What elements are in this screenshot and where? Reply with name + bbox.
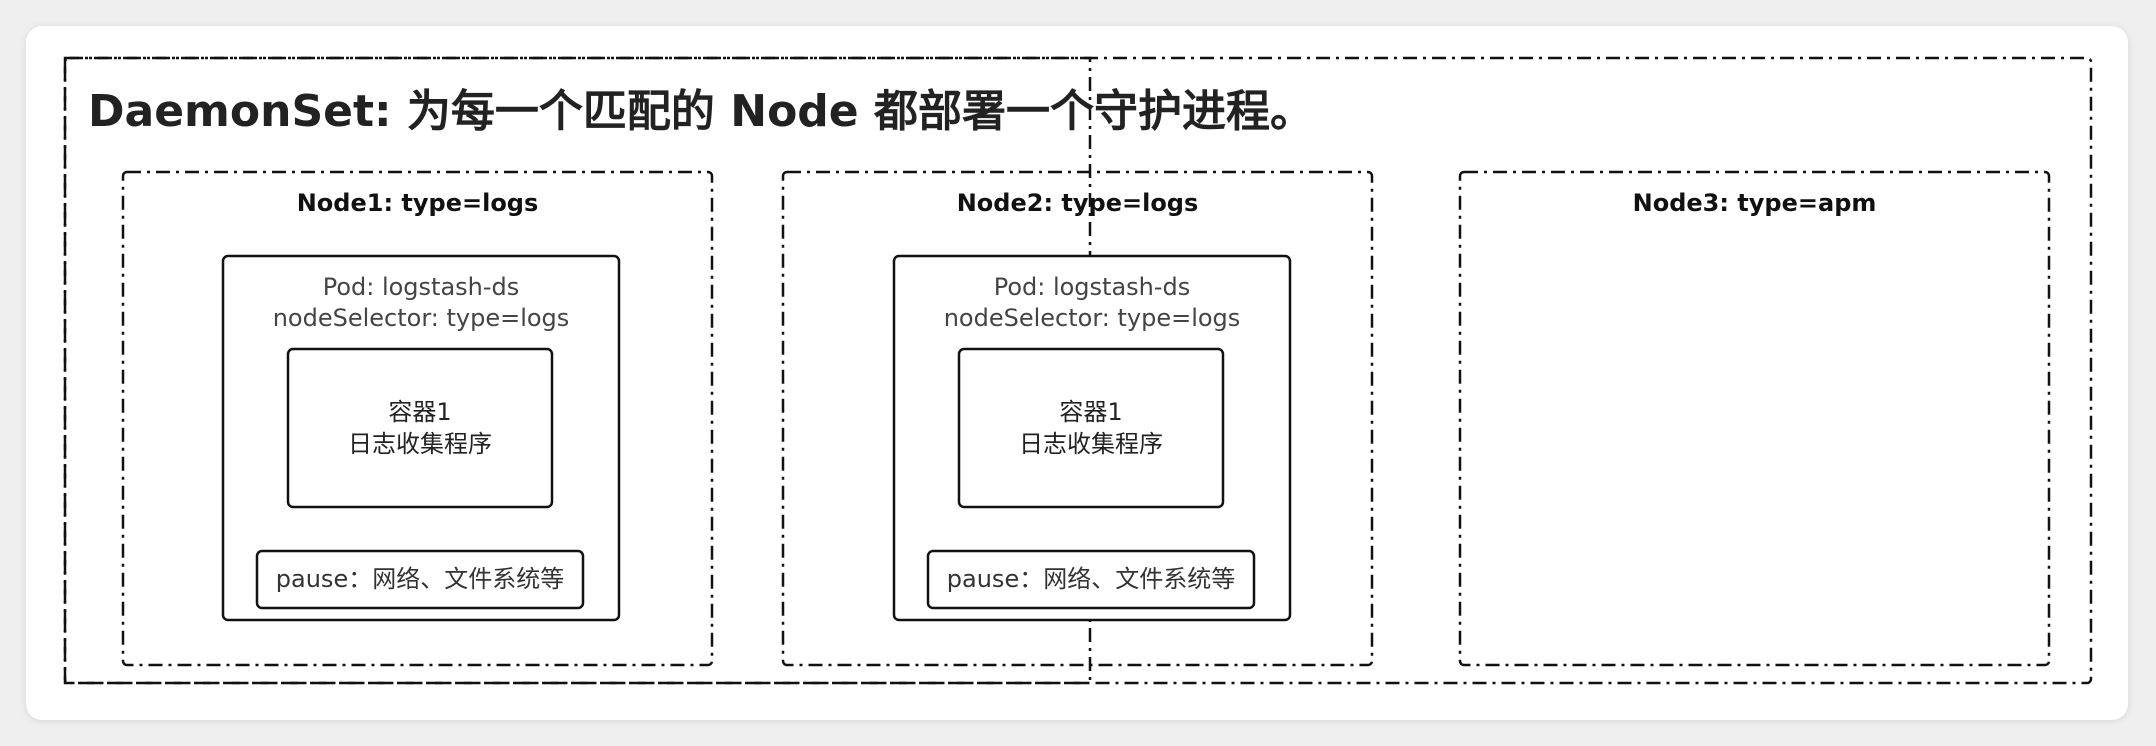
node1-container-desc: 日志收集程序: [348, 430, 492, 458]
diagram-title: DaemonSet: 为每一个匹配的 Node 都部署一个守护进程。: [88, 86, 1314, 137]
node3-frame: [1458, 170, 2051, 667]
node1-container-name: 容器1: [388, 398, 452, 426]
node2-pod-name: Pod: logstash-ds: [993, 273, 1191, 301]
node2-pause-label: pause：网络、文件系统等: [946, 565, 1236, 593]
node2-label: Node2: type=logs: [956, 189, 1199, 217]
node1-label: Node1: type=logs: [296, 189, 539, 217]
node2-container-desc: 日志收集程序: [1019, 430, 1163, 458]
node3-label: Node3: type=apm: [1632, 189, 1877, 217]
node2-pod-selector: nodeSelector: type=logs: [943, 304, 1241, 332]
node2-container-name: 容器1: [1059, 398, 1123, 426]
node1-pod-name: Pod: logstash-ds: [322, 273, 520, 301]
node1-pause-label: pause：网络、文件系统等: [275, 565, 565, 593]
node1-pod-selector: nodeSelector: type=logs: [272, 304, 570, 332]
